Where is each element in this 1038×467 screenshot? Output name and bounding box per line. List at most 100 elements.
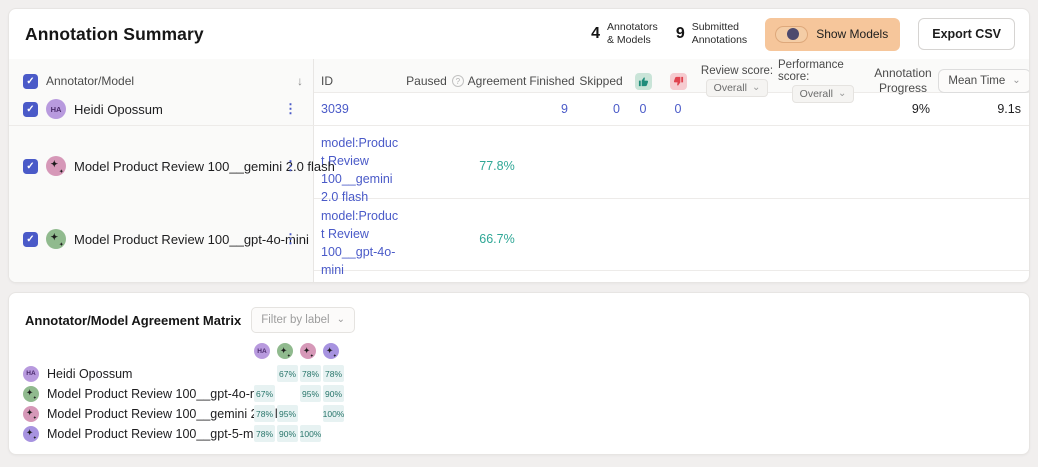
chevron-down-icon: ⌄: [1012, 79, 1020, 83]
skipped-count: [576, 199, 626, 280]
annotation-progress-value: [868, 126, 938, 207]
mean-time-value: 9.1s: [938, 93, 1030, 125]
skipped-count[interactable]: 0: [576, 93, 626, 125]
avatar: ✦✦: [23, 386, 39, 402]
matrix-row: ✦✦ Model Product Review 100__gpt-5-mini …: [23, 425, 1029, 442]
filter-by-label-text: Filter by label: [261, 314, 329, 326]
annotator-cell: ✓ ✦✦ Model Product Review 100__gemini 2.…: [9, 126, 314, 207]
matrix-cell: [323, 425, 344, 442]
filter-by-label-select[interactable]: Filter by label ⌄: [251, 307, 355, 333]
toggle-switch-icon[interactable]: [775, 26, 808, 43]
avatar: ✦✦: [46, 229, 66, 249]
select-all-checkbox[interactable]: ✓: [23, 74, 38, 89]
stat-submitted-annotations: 9 Submitted Annotations: [676, 21, 747, 47]
review-score-cell: [696, 199, 778, 280]
id-link[interactable]: model:Product Review 100__gpt-4o-mini: [314, 199, 404, 280]
performance-score-cell: [778, 126, 868, 207]
sparkle-icon: ✦✦: [51, 161, 62, 172]
matrix-cell: 78%: [254, 425, 275, 442]
sparkle-icon: ✦✦: [304, 347, 313, 356]
matrix-row-label: HA Heidi Opossum: [23, 366, 254, 382]
row-checkbox[interactable]: ✓: [23, 102, 38, 117]
matrix-cell: 95%: [277, 405, 298, 422]
id-link[interactable]: 3039: [314, 93, 404, 125]
matrix-cell: 78%: [254, 405, 275, 422]
annotator-name: Heidi Opossum: [74, 102, 163, 117]
avatar: ✦✦: [46, 156, 66, 176]
sparkle-icon: ✦✦: [27, 389, 36, 398]
kebab-menu-icon[interactable]: ⋮: [284, 231, 297, 247]
row-checkbox[interactable]: ✓: [23, 232, 38, 247]
chevron-down-icon: ⌄: [337, 318, 345, 322]
matrix-cell: 78%: [323, 365, 344, 382]
sparkle-icon: ✦✦: [327, 347, 336, 356]
matrix-row: ✦✦ Model Product Review 100__gpt-4o-mini…: [23, 385, 1029, 402]
performance-score-cell: [778, 199, 868, 280]
matrix-row-label: ✦✦ Model Product Review 100__gemini 2.0 …: [23, 406, 254, 422]
matrix-cell: [277, 385, 298, 402]
avatar: ✦✦: [23, 426, 39, 442]
stat-value: 4: [591, 25, 600, 43]
export-csv-button[interactable]: Export CSV: [918, 18, 1015, 50]
table-row: model:Product: [9, 271, 1029, 283]
summary-titlebar: Annotation Summary 4 Annotators & Models…: [9, 9, 1029, 59]
thumbs-down-count: [660, 126, 696, 207]
kebab-menu-icon[interactable]: ⋮: [284, 101, 297, 117]
avatar: HA: [254, 343, 270, 359]
kebab-menu-icon[interactable]: ⋮: [284, 158, 297, 174]
mean-time-value: [938, 199, 1030, 280]
chevron-down-icon: ⌄: [752, 86, 760, 90]
stat-annotators-models: 4 Annotators & Models: [591, 21, 658, 47]
performance-score-cell: [778, 93, 868, 125]
matrix-row-label: ✦✦ Model Product Review 100__gpt-4o-mini: [23, 386, 254, 402]
show-models-toggle[interactable]: Show Models: [765, 18, 900, 51]
mean-time-select[interactable]: Mean Time ⌄: [938, 69, 1030, 93]
annotation-summary-panel: Annotation Summary 4 Annotators & Models…: [8, 8, 1030, 283]
matrix-cell: 67%: [254, 385, 275, 402]
review-score-cell: [696, 126, 778, 207]
finished-count[interactable]: 9: [528, 93, 576, 125]
matrix-cell: 90%: [323, 385, 344, 402]
matrix-cell: 78%: [300, 365, 321, 382]
thumbs-down-count: [660, 199, 696, 280]
page-title: Annotation Summary: [25, 24, 204, 45]
matrix-titlebar: Annotator/Model Agreement Matrix Filter …: [9, 293, 1029, 335]
skipped-count: [576, 126, 626, 207]
matrix-cell: 95%: [300, 385, 321, 402]
avatar: ✦✦: [23, 406, 39, 422]
stat-label: Annotators & Models: [607, 21, 658, 47]
table-header-row: ✓ Annotator/Model ↓ ID Paused ? Agreemen…: [9, 59, 1029, 93]
matrix-entry-name: Model Product Review 100__gpt-4o-mini: [47, 387, 273, 401]
agreement-cell: 77.8%: [466, 126, 528, 207]
paused-cell: [404, 93, 466, 125]
show-models-label: Show Models: [816, 27, 888, 41]
id-link[interactable]: model:Product: [314, 271, 404, 283]
finished-count: [528, 199, 576, 280]
help-icon[interactable]: ?: [452, 75, 464, 87]
matrix-cell: [254, 365, 275, 382]
matrix-cell: 100%: [300, 425, 321, 442]
avatar: HA: [23, 366, 39, 382]
finished-count: [528, 126, 576, 207]
mean-time-label: Mean Time: [948, 75, 1005, 87]
matrix-row: HA Heidi Opossum 67% 78% 78%: [23, 365, 1029, 382]
thumbs-down-count[interactable]: 0: [660, 93, 696, 125]
annotator-cell: ✓ ✦✦ Model Product Review 100__gpt-4o-mi…: [9, 199, 314, 280]
avatar: ✦✦: [323, 343, 339, 359]
matrix-title: Annotator/Model Agreement Matrix: [25, 313, 241, 328]
annotation-progress-value: [868, 199, 938, 280]
agreement-cell: [466, 93, 528, 125]
matrix-row: ✦✦ Model Product Review 100__gemini 2.0 …: [23, 405, 1029, 422]
avatar: HA: [46, 99, 66, 119]
thumbs-up-count: [626, 199, 660, 280]
matrix-cell: [300, 405, 321, 422]
thumbs-up-count[interactable]: 0: [626, 93, 660, 125]
review-score-cell: [696, 93, 778, 125]
paused-cell: [404, 199, 466, 280]
agreement-matrix-panel: Annotator/Model Agreement Matrix Filter …: [8, 292, 1030, 455]
row-checkbox[interactable]: ✓: [23, 159, 38, 174]
sort-descending-icon[interactable]: ↓: [297, 74, 303, 88]
paused-header-label: Paused: [406, 74, 447, 88]
sparkle-icon: ✦✦: [27, 429, 36, 438]
header-controls: 4 Annotators & Models 9 Submitted Annota…: [591, 18, 1015, 51]
